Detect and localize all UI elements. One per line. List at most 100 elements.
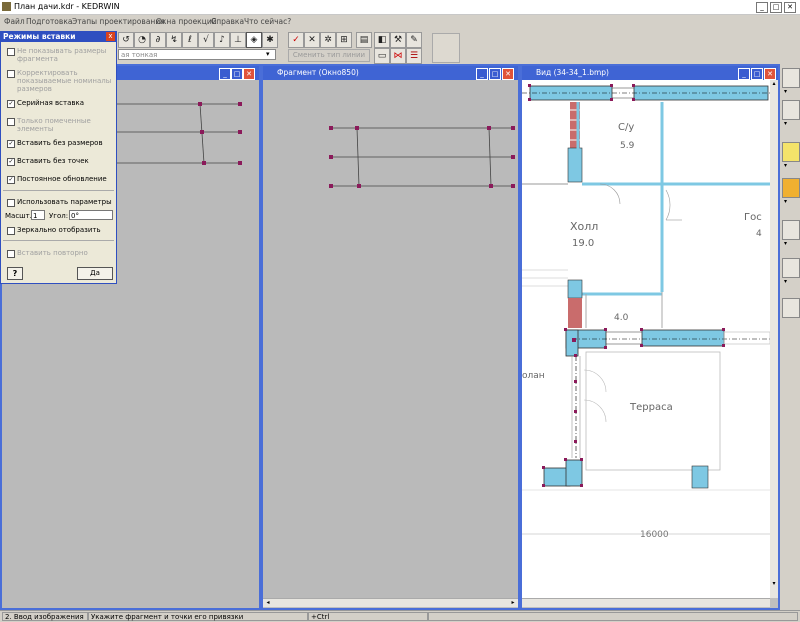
chevron-down-icon[interactable]: ▾ [784,162,787,169]
checkbox-marked-only[interactable] [7,118,15,126]
scroll-up-icon[interactable]: ▴ [770,80,778,88]
checkbox-correct-nominals[interactable] [7,70,15,78]
scroll-down-icon[interactable]: ▾ [770,580,778,588]
view-horizontal-scrollbar[interactable] [522,598,770,607]
menu-preparation[interactable]: Подготовка [26,17,72,26]
curve-icon[interactable]: ∂ [150,32,166,48]
tools-icon[interactable]: ⚒ [390,32,406,48]
checkbox-mirror[interactable] [7,227,15,235]
polyline-icon[interactable]: ↯ [166,32,182,48]
label-insert-without-points: Вставить без точек [17,157,89,165]
status-key: +Ctrl [308,612,428,621]
label-insert-without-dimensions: Вставить без размеров [17,139,103,147]
rotate-icon[interactable]: ↺ [118,32,134,48]
layers-tool-icon[interactable] [782,220,800,240]
angle-input[interactable]: 0° [69,210,113,220]
edit-icon[interactable]: ✎ [406,32,422,48]
circle-icon[interactable]: ◔ [134,32,150,48]
check-icon[interactable]: ✓ [288,32,304,48]
window-left-close-icon[interactable]: ✕ [243,68,255,80]
menu-what-now[interactable]: Что сейчас? [244,17,291,26]
checkbox-serial-insert[interactable]: ✓ [7,100,15,108]
nodes-tool-icon[interactable] [782,68,800,88]
cross-icon[interactable]: ✕ [304,32,320,48]
view-tool-icon[interactable] [782,258,800,278]
minimize-icon[interactable]: _ [756,2,768,13]
chevron-down-icon[interactable]: ▾ [784,120,787,127]
layer-icon[interactable]: ◧ [374,32,390,48]
join-icon[interactable]: ⋈ [390,48,406,64]
fragment-horizontal-scrollbar[interactable]: ◂ ▸ [263,598,518,607]
window-fragment-maximize-icon[interactable]: □ [489,68,501,80]
plan-tool-icon[interactable] [782,100,800,120]
label-use-parameters: Использовать параметры [17,198,112,206]
ok-button[interactable]: Да [77,267,113,280]
plan-label-cy-area: 5.9 [620,141,635,151]
window-fragment-close-icon[interactable]: ✕ [502,68,514,80]
menu-file[interactable]: Файл [4,17,25,26]
dialog-close-icon[interactable]: x [106,32,115,41]
chevron-down-icon[interactable]: ▾ [266,50,270,58]
chevron-down-icon[interactable]: ▾ [784,88,787,95]
chevron-down-icon[interactable]: ▾ [784,198,787,205]
checkbox-use-parameters[interactable] [7,199,15,207]
view-vertical-scrollbar[interactable]: ▴ ▾ [770,80,778,598]
measure-icon[interactable]: ✲ [320,32,336,48]
dimension-tool-icon[interactable] [782,142,800,162]
plan-label-hall-area: 19.0 [572,238,594,249]
help-button[interactable]: ? [7,267,23,280]
change-line-type-button[interactable]: Сменить тип линии [288,49,370,62]
window-view-maximize-icon[interactable]: □ [751,68,763,80]
label-hide-fragment-dimensions: Не показывать размеры фрагмента [17,47,107,63]
label-marked-only: Только помеченные элементы [17,117,91,133]
chevron-down-icon[interactable]: ▾ [784,278,787,285]
plan-label-small-area: 4.0 [614,313,629,323]
menu-projection-windows[interactable]: Окна проекций [156,17,217,26]
scroll-right-icon[interactable]: ▸ [509,599,517,606]
status-bar: 2. Ввод изображения Укажите фрагмент и т… [0,610,800,622]
app-icon [2,2,11,11]
window-fragment-minimize-icon[interactable]: _ [476,68,488,80]
label-reinsert: Вставить повторно [17,249,88,257]
window-left-minimize-icon[interactable]: _ [219,68,231,80]
checkbox-insert-without-dimensions[interactable]: ✓ [7,140,15,148]
label-scale: Масшт. [5,212,32,220]
building-tool-icon[interactable] [782,178,800,198]
point-icon[interactable]: ✱ [262,32,278,48]
window-fragment: Фрагмент (Окно850) _ □ ✕ ◂ ▸ [261,64,520,610]
checkbox-hide-fragment-dimensions[interactable] [7,48,15,56]
mirror-icon[interactable]: ♪ [214,32,230,48]
snap-icon[interactable]: √ [198,32,214,48]
chevron-down-icon[interactable]: ▾ [784,240,787,247]
window-view-close-icon[interactable]: ✕ [764,68,776,80]
status-empty [428,612,798,621]
fragment-canvas[interactable] [263,80,518,600]
window-view: Вид (34-34_1.bmp) _ □ ✕ С/у 5.9 Холл 19.… [520,64,780,610]
trim-icon[interactable]: ▭ [374,48,390,64]
blank-tool-button[interactable] [432,33,460,63]
dimension-icon[interactable]: ℓ [182,32,198,48]
target-icon[interactable]: ◈ [246,32,262,48]
label-serial-insert: Серийная вставка [17,99,85,107]
label-constant-update: Постоянное обновление [17,175,107,183]
plan-label-hall: Холл [570,220,598,233]
window-view-minimize-icon[interactable]: _ [738,68,750,80]
checkbox-insert-without-points[interactable]: ✓ [7,158,15,166]
window-left-maximize-icon[interactable]: □ [231,68,243,80]
cut-icon[interactable]: ⊥ [230,32,246,48]
menu-design-stages[interactable]: Этапы проектирования [72,17,165,26]
checkbox-constant-update[interactable]: ✓ [7,176,15,184]
plan-label-room-right: Гос [744,212,762,223]
close-icon[interactable]: ✕ [784,2,796,13]
print-tool-icon[interactable] [782,298,800,318]
list-icon[interactable]: ☰ [406,48,422,64]
scale-input[interactable]: 1 [31,210,45,220]
line-type-combo[interactable]: ая тонкая [118,49,276,60]
checkbox-reinsert[interactable] [7,250,15,258]
hatch-icon[interactable]: ▤ [356,32,372,48]
grid-icon[interactable]: ⊞ [336,32,352,48]
maximize-icon[interactable]: □ [770,2,782,13]
scroll-left-icon[interactable]: ◂ [264,599,272,606]
menu-help[interactable]: Справка [211,17,244,26]
floor-plan-canvas[interactable]: С/у 5.9 Холл 19.0 Гос 4 4.0 Терраса олан… [522,80,770,600]
